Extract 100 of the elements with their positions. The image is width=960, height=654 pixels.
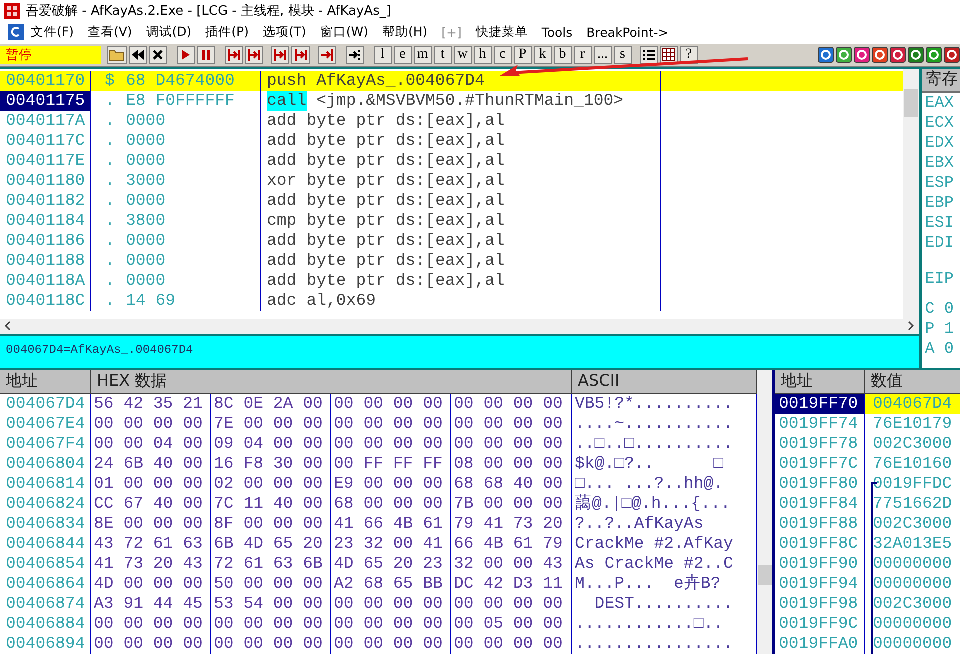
window-button[interactable]: t bbox=[434, 46, 452, 64]
window-button[interactable]: b bbox=[554, 46, 572, 64]
marker-cell-text: . bbox=[104, 190, 116, 211]
disassembly-row[interactable]: 00401188 . 0000 add byte ptr ds:[eax],al bbox=[0, 250, 904, 271]
address-cell: 0040118C bbox=[0, 290, 91, 311]
pause-button[interactable] bbox=[197, 46, 216, 64]
menu-item[interactable]: BreakPoint-> bbox=[580, 24, 676, 40]
hex-cell: 4D 65 20 23 bbox=[331, 554, 451, 574]
window-button[interactable]: s bbox=[614, 46, 632, 64]
toolbar-icon[interactable] bbox=[944, 46, 960, 63]
menu-item[interactable]: 调试(D) bbox=[139, 24, 199, 41]
column-header[interactable]: 地址 bbox=[0, 370, 91, 393]
folder-button[interactable] bbox=[107, 46, 127, 64]
address-cell: 004067D4 bbox=[0, 394, 91, 414]
stack-row[interactable]: 0019FF70 004067D4 bbox=[775, 394, 960, 414]
hex-cell: 7E 00 00 00 bbox=[211, 414, 331, 434]
window-button[interactable]: m bbox=[414, 46, 432, 64]
hex-cell: 09 04 00 00 bbox=[211, 434, 331, 454]
menu-item[interactable]: 窗口(W) bbox=[313, 24, 376, 41]
step-button[interactable] bbox=[271, 46, 290, 64]
close-button[interactable] bbox=[149, 46, 168, 64]
hex-cell: 08 00 00 00 bbox=[451, 454, 572, 474]
window-menu-icon[interactable] bbox=[8, 24, 24, 40]
goto-button[interactable] bbox=[346, 46, 364, 64]
toolbar-icon[interactable] bbox=[872, 46, 888, 63]
hex-cell: 0000 bbox=[126, 270, 261, 291]
disassembly-row[interactable]: 00401186 . 0000 add byte ptr ds:[eax],al bbox=[0, 230, 904, 251]
menu-item[interactable]: 文件(F) bbox=[24, 24, 81, 41]
window-button[interactable]: e bbox=[394, 46, 412, 64]
mnemonic: call bbox=[267, 90, 307, 111]
disassembly-row[interactable]: 00401184 . 3800 cmp byte ptr ds:[eax],al bbox=[0, 210, 904, 231]
column-header[interactable]: HEX 数据 bbox=[91, 370, 572, 393]
disassembly-row[interactable]: 0040117A . 0000 add byte ptr ds:[eax],al bbox=[0, 110, 904, 131]
window-button[interactable]: c bbox=[494, 46, 512, 64]
mnemonic: add bbox=[267, 190, 297, 211]
hex-cell: 3800 bbox=[126, 210, 261, 231]
value-cell-text: 002C3000 bbox=[872, 594, 954, 614]
menu-item[interactable]: 选项(T) bbox=[256, 24, 314, 41]
rewind-button[interactable] bbox=[129, 46, 148, 64]
menu-item[interactable]: 插件(P) bbox=[198, 24, 256, 41]
window-button[interactable]: l bbox=[374, 46, 392, 64]
register-name: EDI bbox=[924, 232, 955, 253]
window-button[interactable]: w bbox=[454, 46, 472, 64]
vertical-scrollbar[interactable] bbox=[757, 370, 772, 654]
disassembly-row[interactable]: 00401180 . 3000 xor byte ptr ds:[eax],al bbox=[0, 170, 904, 191]
register-name: EAX bbox=[924, 92, 955, 113]
hex-cell: 16 F8 30 00 bbox=[211, 454, 331, 474]
disassembly-row[interactable]: 00401182 . 0000 add byte ptr ds:[eax],al bbox=[0, 190, 904, 211]
list-button[interactable] bbox=[640, 46, 658, 64]
disassembly-row[interactable]: 0040117E . 0000 add byte ptr ds:[eax],al bbox=[0, 150, 904, 171]
disassembly-row[interactable]: 0040118A . 0000 add byte ptr ds:[eax],al bbox=[0, 270, 904, 291]
hex-cell: 00 00 00 00 bbox=[451, 594, 572, 614]
hex-cell: 00 00 00 00 bbox=[211, 614, 331, 634]
hex-cell: 00 00 00 00 bbox=[451, 414, 572, 434]
window-button[interactable]: k bbox=[534, 46, 552, 64]
step-button[interactable] bbox=[225, 46, 244, 64]
column-header[interactable]: 地址 bbox=[775, 370, 865, 393]
hex-cell: A2 68 65 BB bbox=[331, 574, 451, 594]
ret-button[interactable] bbox=[318, 46, 336, 64]
window-button[interactable]: r bbox=[574, 46, 592, 64]
toolbar-icon[interactable] bbox=[818, 46, 834, 63]
step-button[interactable] bbox=[291, 46, 310, 64]
window-button[interactable]: ... bbox=[594, 46, 612, 64]
hex-cell: 00 00 00 00 bbox=[451, 634, 572, 654]
menu-item[interactable]: 查看(V) bbox=[80, 24, 140, 41]
register-name: ESP bbox=[924, 172, 955, 193]
menu-item[interactable]: Tools bbox=[534, 24, 580, 40]
disassembly-row[interactable]: 0040117C . 0000 add byte ptr ds:[eax],al bbox=[0, 130, 904, 151]
disassembly-row[interactable]: 0040118C . 14 69 adc al,0x69 bbox=[0, 290, 904, 311]
step-button[interactable] bbox=[245, 46, 264, 64]
marker-cell-text: . bbox=[104, 90, 116, 111]
disassembly-row[interactable]: 00401170 $ 68 D4674000 push AfKayAs_.004067D4 bbox=[0, 70, 904, 91]
menu-item[interactable]: 帮助(H) bbox=[375, 24, 435, 41]
address-cell: 00401180 bbox=[0, 170, 91, 191]
play-icon bbox=[181, 48, 192, 61]
disassembly-row[interactable]: 00401175 . E8 F0FFFFFF call <jmp.&MSVBVM50.#ThunRTMain_100> bbox=[0, 90, 904, 111]
horizontal-scrollbar[interactable] bbox=[0, 318, 920, 336]
toolbar-icon[interactable] bbox=[908, 46, 924, 63]
hex-cell: 0000 bbox=[126, 150, 261, 171]
toolbar-icon[interactable] bbox=[836, 46, 852, 63]
address-cell: 00401175 bbox=[0, 90, 91, 111]
hex-cell: 00 FF FF FF bbox=[331, 454, 451, 474]
window-button[interactable]: h bbox=[474, 46, 492, 64]
address-cell: 00401186 bbox=[0, 230, 91, 251]
hex-cell: 3000 bbox=[126, 170, 261, 191]
menu-item[interactable]: 快捷菜单 bbox=[468, 24, 535, 41]
toolbar-icon[interactable] bbox=[854, 46, 870, 63]
marker-cell-text: . bbox=[104, 170, 116, 191]
flag-label: P 1 bbox=[924, 318, 955, 339]
hex-cell: 23 32 00 41 bbox=[331, 534, 451, 554]
toolbar-icon[interactable] bbox=[926, 46, 942, 63]
address-cell: 00406864 bbox=[0, 574, 91, 594]
vertical-scrollbar[interactable] bbox=[903, 68, 920, 319]
toolbar-icon[interactable] bbox=[890, 46, 906, 63]
play-button[interactable] bbox=[177, 46, 196, 64]
window-button[interactable]: P bbox=[514, 46, 532, 64]
operands: byte ptr ds:[eax],al bbox=[306, 130, 505, 151]
column-header[interactable]: 数值 bbox=[865, 370, 960, 393]
grid-button[interactable] bbox=[660, 46, 678, 64]
address-cell: 00406874 bbox=[0, 594, 91, 614]
